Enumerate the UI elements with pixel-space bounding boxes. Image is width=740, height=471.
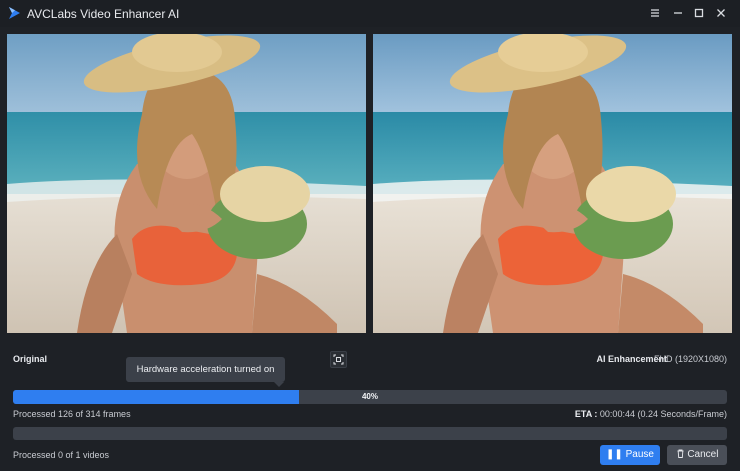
enhanced-preview-image bbox=[373, 34, 732, 333]
eta-value: 00:00:44 (0.24 Seconds/Frame) bbox=[599, 409, 727, 419]
trash-icon bbox=[677, 449, 684, 458]
videos-processed-text: Processed 0 of 1 videos bbox=[13, 450, 110, 460]
pause-button[interactable]: ❚❚ Pause bbox=[600, 445, 660, 465]
maximize-icon[interactable] bbox=[691, 5, 707, 21]
original-preview-image bbox=[7, 34, 366, 333]
eta-label: ETA : bbox=[574, 409, 598, 419]
app-title: AVCLabs Video Enhancer AI bbox=[27, 7, 180, 21]
eta-text: ETA : 00:00:44 (0.24 Seconds/Frame) bbox=[575, 409, 727, 419]
frames-processed-text: Processed 126 of 314 frames bbox=[13, 409, 131, 419]
frame-progress-bar: 40% bbox=[13, 390, 727, 404]
minimize-icon[interactable] bbox=[670, 5, 686, 21]
batch-progress-bar bbox=[13, 427, 727, 440]
enhanced-preview bbox=[373, 34, 732, 333]
fit-view-button[interactable] bbox=[330, 351, 347, 368]
resolution-label: FHD (1920X1080) bbox=[653, 354, 727, 364]
progress-percent: 40% bbox=[361, 392, 378, 401]
cancel-label: Cancel bbox=[687, 449, 719, 460]
original-preview bbox=[7, 34, 366, 333]
close-icon[interactable] bbox=[713, 5, 729, 21]
fit-view-icon bbox=[333, 354, 344, 365]
cancel-button[interactable]: Cancel bbox=[667, 445, 727, 465]
title-bar: AVCLabs Video Enhancer AI bbox=[0, 0, 740, 27]
app-logo-icon bbox=[9, 7, 20, 19]
tooltip-text: Hardware acceleration turned on bbox=[136, 364, 275, 375]
hardware-acceleration-tooltip: Hardware acceleration turned on bbox=[126, 357, 285, 387]
menu-icon[interactable] bbox=[647, 5, 663, 21]
pause-label: Pause bbox=[625, 449, 654, 460]
pause-icon: ❚❚ bbox=[606, 449, 623, 460]
original-label: Original bbox=[13, 354, 48, 364]
